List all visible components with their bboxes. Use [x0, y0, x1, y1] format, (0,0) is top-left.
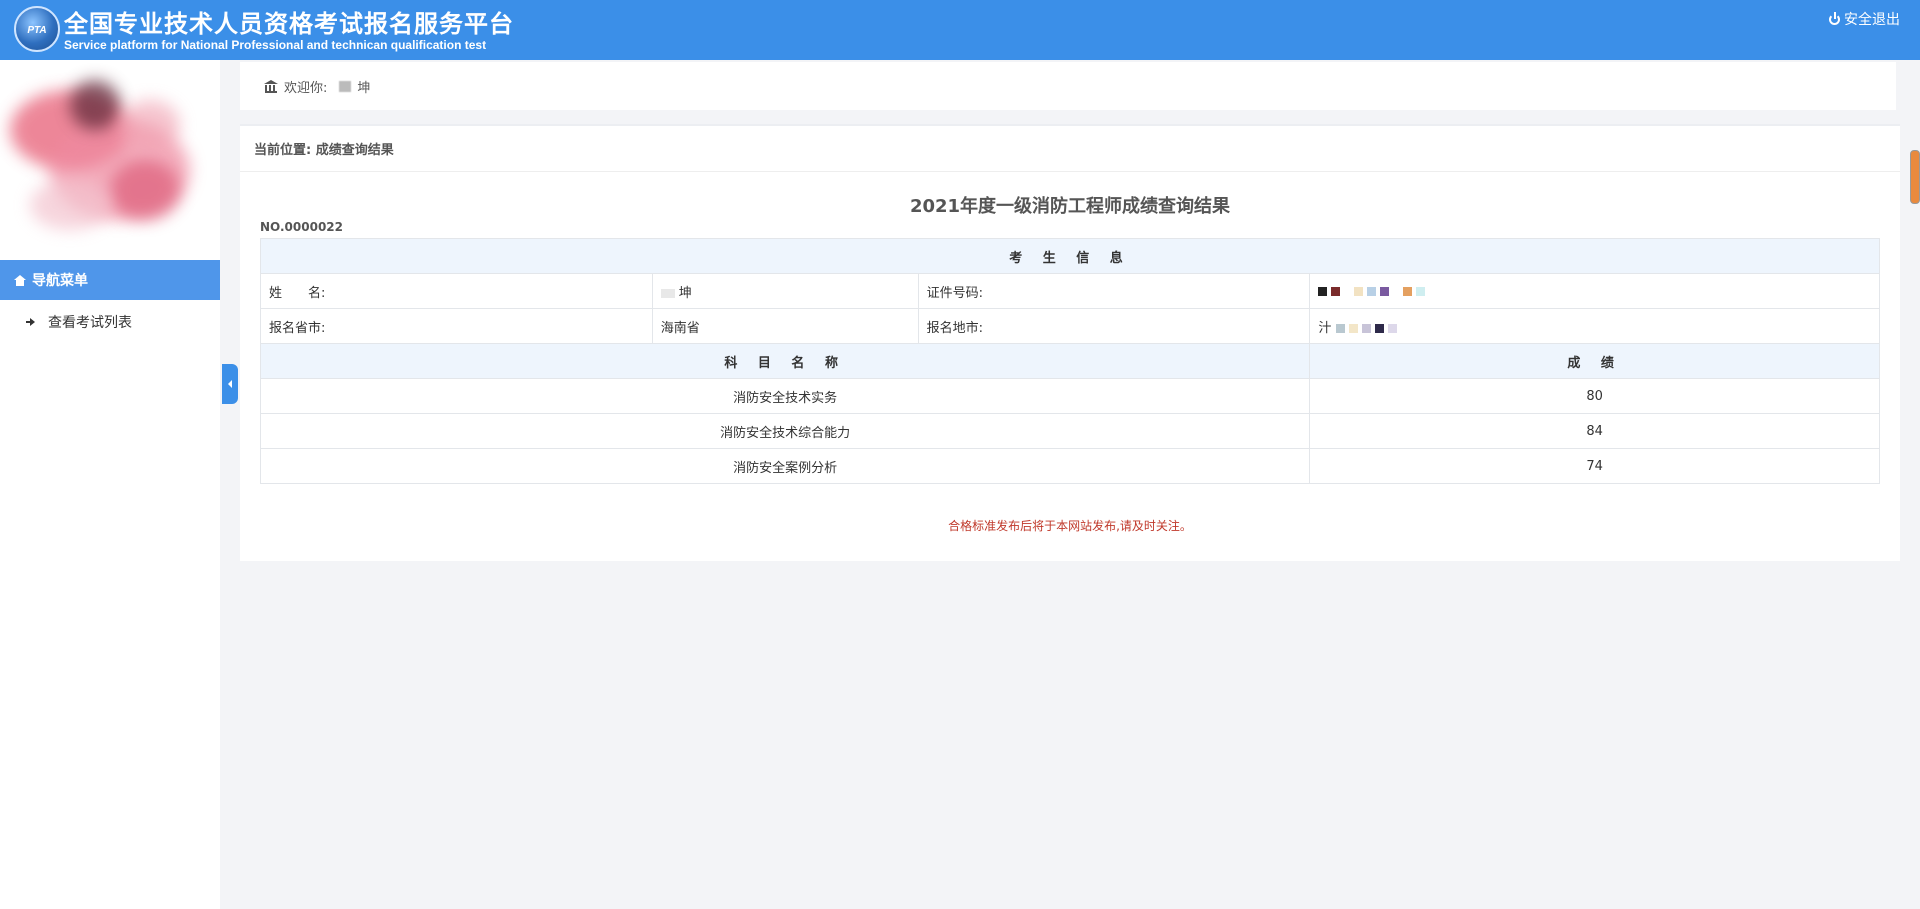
breadcrumb: 当前位置: 成绩查询结果 — [240, 126, 1900, 172]
subject-name: 消防安全技术综合能力 — [259, 413, 1311, 449]
subject-name: 消防安全案例分析 — [259, 448, 1311, 484]
province-value: 海南省 — [651, 308, 919, 344]
nav-menu-title: 导航菜单 — [32, 273, 88, 289]
logout-button[interactable]: 安全退出 — [1829, 9, 1900, 29]
table-row: 消防安全技术综合能力 84 — [259, 413, 1880, 449]
sidebar-collapse-toggle[interactable] — [222, 364, 238, 404]
top-header: PTA 全国专业技术人员资格考试报名服务平台 Service platform … — [0, 0, 1920, 60]
welcome-bar: 欢迎你: 坤 — [240, 62, 1896, 110]
subjects-header-row: 科 目 名 称 成 绩 — [259, 343, 1880, 379]
power-icon — [1829, 11, 1840, 25]
site-subtitle: Service platform for National Profession… — [64, 38, 487, 52]
subject-name: 消防安全技术实务 — [259, 378, 1311, 414]
pta-logo: PTA — [14, 6, 60, 52]
logo-text: PTA — [27, 25, 47, 36]
name-label: 姓 名: — [260, 273, 653, 309]
table-row: 消防安全技术实务 80 — [259, 378, 1880, 414]
welcome-name: 坤 — [357, 80, 371, 96]
subject-score: 80 — [1309, 378, 1880, 414]
score-header: 成 绩 — [1309, 343, 1880, 379]
subject-header: 科 目 名 称 — [259, 343, 1311, 379]
redacted-name — [339, 80, 352, 92]
table-row: 报名省市: 海南省 报名地市: 汁 — [260, 308, 1880, 344]
table-row: 姓 名: 坤 证件号码: — [260, 273, 1880, 309]
sidebar-item-label: 查看考试列表 — [48, 315, 132, 331]
redacted-block — [660, 288, 675, 298]
section-header-row: 考 生 信 息 — [260, 238, 1880, 274]
institution-icon — [264, 79, 278, 93]
sidebar-item-exam-list[interactable]: 查看考试列表 — [0, 306, 220, 338]
result-number: NO.0000022 — [260, 220, 343, 234]
province-label: 报名省市: — [260, 308, 653, 344]
section-title: 考 生 信 息 — [260, 238, 1880, 274]
table-row: 消防安全案例分析 74 — [259, 448, 1880, 484]
city-label: 报名地市: — [917, 308, 1311, 344]
logout-label: 安全退出 — [1844, 12, 1900, 28]
name-value: 坤 — [651, 273, 919, 309]
subject-score: 84 — [1309, 413, 1880, 449]
city-value: 汁 — [1309, 308, 1880, 344]
notice-text: 合格标准发布后将于本网站发布,请及时关注。 — [948, 519, 1192, 533]
home-icon — [14, 274, 26, 286]
page-scrollbar[interactable] — [1910, 150, 1920, 204]
id-label: 证件号码: — [917, 273, 1311, 309]
result-title: 2021年度一级消防工程师成绩查询结果 — [909, 196, 1231, 217]
site-title: 全国专业技术人员资格考试报名服务平台 — [64, 10, 514, 38]
sign-in-icon — [26, 316, 38, 328]
subject-score: 74 — [1309, 448, 1880, 484]
nav-menu-header: 导航菜单 — [0, 260, 220, 300]
welcome-prefix: 欢迎你: — [284, 80, 328, 96]
score-table: 考 生 信 息 姓 名: 坤 证件号码: 报名省市: 海南省 报名地市: 汁 科… — [259, 238, 1880, 484]
result-panel: 当前位置: 成绩查询结果 2021年度一级消防工程师成绩查询结果 NO.0000… — [240, 124, 1900, 561]
chevron-left-icon — [228, 380, 232, 388]
sidebar: 导航菜单 查看考试列表 — [0, 60, 220, 909]
id-value — [1309, 273, 1880, 309]
avatar — [0, 60, 220, 260]
